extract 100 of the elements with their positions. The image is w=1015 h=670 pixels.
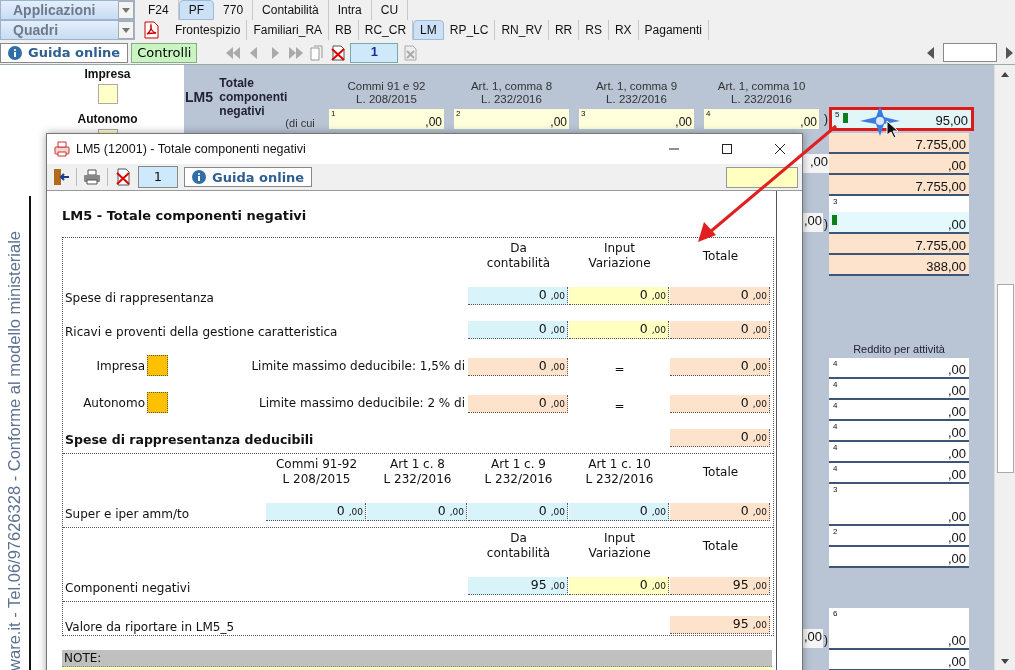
column-header: Art 1 c. 8 L 232/2016: [382, 457, 453, 487]
amount-field[interactable]: 95 ,00: [468, 577, 568, 595]
field-number: 1: [331, 109, 336, 118]
amount-field[interactable]: 4 ,00: [704, 109, 819, 129]
amount-field[interactable]: ,00: [829, 650, 969, 670]
amount-field[interactable]: 5 95,00: [829, 107, 974, 131]
amount-field[interactable]: 4 ,00: [829, 442, 969, 463]
amount-field[interactable]: 7.755,00: [829, 133, 969, 154]
amount-field[interactable]: 3 ,00: [579, 109, 694, 129]
tab[interactable]: PF: [178, 0, 215, 20]
amount-field[interactable]: ,00: [829, 154, 969, 175]
row-label: Ricavi e proventi della gestione caratteristica: [64, 325, 339, 339]
printer-icon[interactable]: [83, 168, 101, 186]
amount-field[interactable]: 0 ,00: [670, 321, 770, 339]
check-button[interactable]: Controlli: [131, 42, 198, 63]
column-header: Art 1 c. 9 L 232/2016: [483, 457, 554, 487]
help-button[interactable]: Guida online: [0, 42, 129, 63]
row-label: Spese di rappresentanza: [64, 291, 215, 305]
input-field[interactable]: [726, 166, 798, 188]
exit-door-icon[interactable]: [52, 168, 70, 186]
amount-field[interactable]: 0 ,00: [266, 503, 366, 521]
tab[interactable]: RB: [329, 20, 359, 40]
field-number: 2: [456, 109, 461, 118]
field-number: 3: [581, 109, 586, 118]
input-field[interactable]: [943, 43, 997, 62]
tab[interactable]: 770: [214, 0, 254, 20]
amount-field[interactable]: 0 ,00: [468, 321, 568, 339]
tab[interactable]: RX: [608, 20, 639, 40]
amount-field[interactable]: 0 ,00: [468, 395, 568, 413]
delete-page-icon[interactable]: [114, 168, 132, 186]
amount-field[interactable]: 7.755,00: [829, 234, 969, 255]
tab[interactable]: F24: [139, 0, 179, 20]
page-field[interactable]: 1: [350, 42, 399, 63]
amount-field[interactable]: 1 ,00: [329, 109, 444, 129]
column-header: Commi 91 e 92 L. 208/2015: [347, 80, 426, 106]
tab[interactable]: Frontespizio: [169, 20, 248, 40]
amount-field[interactable]: 0 ,00: [670, 503, 770, 521]
amount-field[interactable]: 4 ,00: [829, 421, 969, 442]
amount-field[interactable]: 4 ,00: [829, 463, 969, 484]
amount-field[interactable]: 388,00: [829, 255, 969, 276]
tab[interactable]: RS: [579, 20, 609, 40]
marker-icon: [832, 215, 837, 225]
amount-field[interactable]: 0 ,00: [670, 358, 770, 376]
note-header: NOTE:: [62, 650, 772, 667]
tab[interactable]: Intra: [328, 0, 372, 20]
amount-field[interactable]: 0 ,00: [569, 321, 669, 339]
amount-field[interactable]: 4 ,00: [829, 379, 969, 400]
delete-page-icon[interactable]: [329, 44, 348, 61]
amount-field[interactable]: 0 ,00: [670, 395, 770, 413]
tab[interactable]: Contabilità: [253, 0, 329, 20]
option-label: Autonomo: [82, 395, 145, 410]
tab[interactable]: RP_LC: [443, 20, 496, 40]
scroll-right-icon[interactable]: [1003, 44, 1015, 61]
scrollbar[interactable]: [994, 65, 1015, 670]
tab[interactable]: Pagamenti: [638, 20, 709, 40]
column-header: Totale: [701, 248, 740, 264]
amount-field[interactable]: 3 ,00: [829, 484, 969, 526]
pdf-icon[interactable]: [143, 21, 159, 39]
help-button[interactable]: Guida online: [184, 167, 313, 187]
amount-field[interactable]: 0 ,00: [569, 577, 669, 595]
amount-field[interactable]: 4 ,00: [829, 400, 969, 421]
column-header: Totale: [701, 538, 740, 554]
amount-field[interactable]: 0 ,00: [367, 503, 467, 521]
tab[interactable]: LM: [413, 20, 444, 40]
scroll-left-icon[interactable]: [925, 44, 937, 61]
tab[interactable]: Familiari_RA: [247, 20, 330, 40]
amount-field[interactable]: 0 ,00: [569, 503, 669, 521]
amount-field[interactable]: 2 ,00: [829, 526, 969, 547]
option-label: Impresa: [95, 358, 145, 373]
maximize-icon[interactable]: [721, 143, 733, 155]
amount-field[interactable]: 3 ,00: [829, 196, 969, 234]
tab[interactable]: CU: [371, 0, 409, 20]
scrollbar-thumb[interactable]: [997, 284, 1014, 473]
field-number: 4: [706, 109, 711, 118]
option-box[interactable]: [147, 392, 168, 413]
equals-sign: =: [613, 362, 626, 376]
amount-field[interactable]: 0 ,00: [569, 287, 669, 305]
amount-field[interactable]: 0 ,00: [468, 358, 568, 376]
tab[interactable]: RN_RV: [495, 20, 549, 40]
page-field[interactable]: 1: [138, 166, 178, 188]
amount-field[interactable]: 0 ,00: [468, 503, 568, 521]
tab[interactable]: RR: [548, 20, 580, 40]
option-box[interactable]: [147, 355, 168, 376]
equals-sign: =: [613, 399, 626, 413]
amount-field[interactable]: 95 ,00: [670, 616, 770, 634]
close-icon[interactable]: [774, 143, 786, 155]
amount-field[interactable]: 0 ,00: [468, 287, 568, 305]
amount-field[interactable]: ,00: [802, 154, 829, 173]
amount-field[interactable]: 7.755,00: [829, 175, 969, 196]
column-header: Commi 91-92 L 208/2015: [274, 457, 359, 487]
amount-field[interactable]: ,00: [829, 547, 969, 568]
amount-field[interactable]: 0 ,00: [670, 287, 770, 305]
amount-field[interactable]: 6 ,00: [829, 608, 969, 650]
amount-field[interactable]: 2 ,00: [454, 109, 569, 129]
dialog-heading: LM5 - Totale componenti negativi: [62, 208, 308, 223]
amount-field[interactable]: 0 ,00: [670, 429, 770, 447]
info-icon: [192, 170, 206, 184]
amount-field[interactable]: 4 ,00: [829, 358, 969, 379]
amount-field[interactable]: 95 ,00: [670, 577, 770, 595]
bracket-text: ): [823, 217, 829, 233]
